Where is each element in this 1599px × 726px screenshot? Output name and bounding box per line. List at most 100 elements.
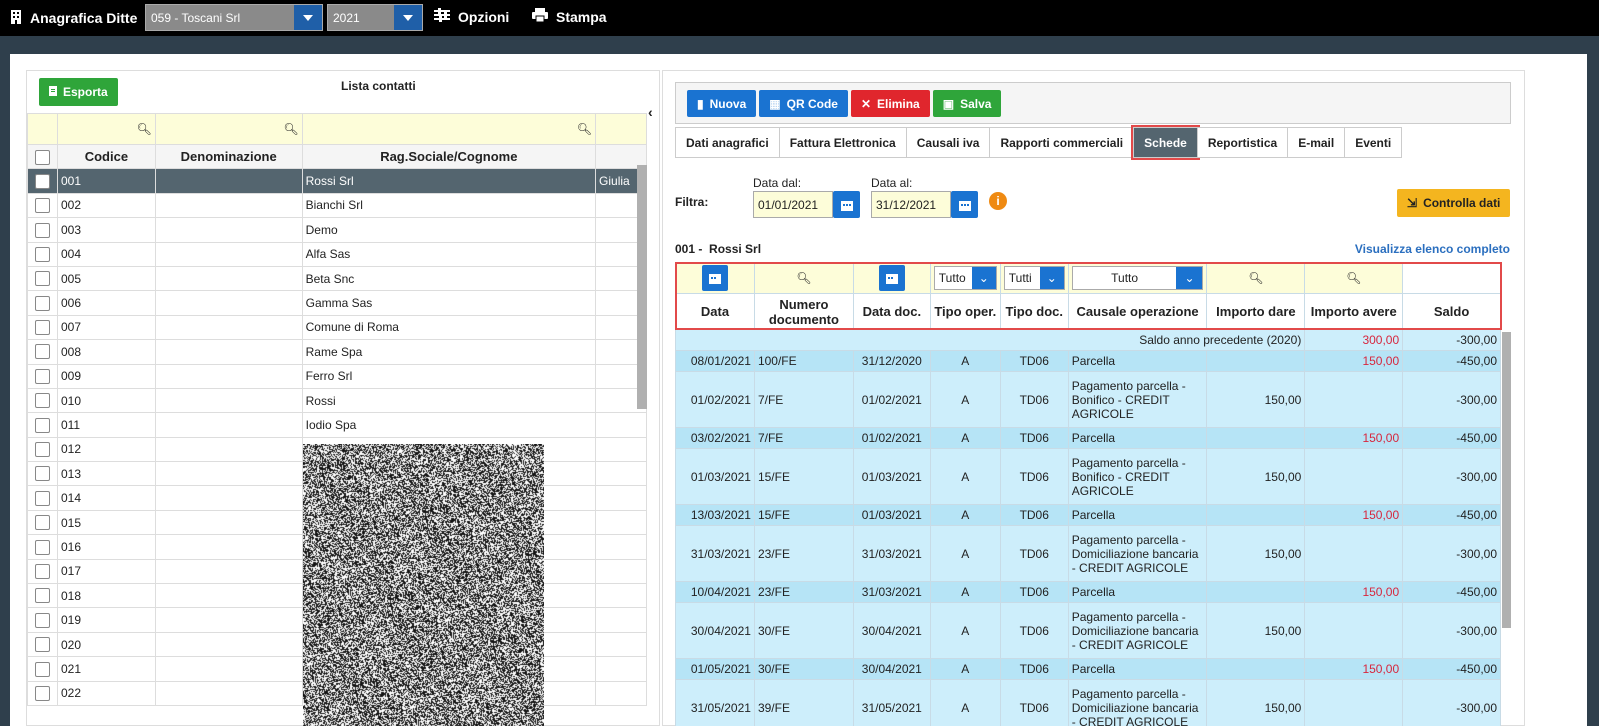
table-row[interactable]: 003 Demo: [27, 217, 647, 243]
row-checkbox[interactable]: [34, 661, 50, 677]
print-button[interactable]: Stampa: [532, 8, 607, 25]
qr-label: QR Code: [786, 96, 838, 111]
table-row[interactable]: 002 Bianchi Srl: [27, 192, 647, 219]
calendar-icon[interactable]: [833, 191, 860, 218]
table-row[interactable]: 01/02/2021 7/FE 01/02/2021 A TD06 Pagame…: [675, 371, 1501, 428]
cell-dare: 150,00: [1206, 679, 1306, 726]
tab-causali-iva[interactable]: Causali iva: [905, 127, 991, 158]
table-row[interactable]: 13/03/2021 15/FE 01/03/2021 A TD06 Parce…: [675, 504, 1501, 526]
table-row[interactable]: 011 Iodio Spa: [27, 412, 647, 438]
table-row[interactable]: 010 Rossi: [27, 387, 647, 414]
cell-dare: [1206, 350, 1306, 372]
cell-name: [154, 192, 303, 219]
cell-data: 13/03/2021: [675, 504, 755, 526]
column-header-rag[interactable]: Rag.Sociale/Cognome: [301, 143, 597, 170]
row-checkbox[interactable]: [34, 417, 50, 433]
tab-reportistica[interactable]: Reportistica: [1196, 127, 1289, 158]
cell-numero: 100/FE: [753, 350, 854, 372]
table-row[interactable]: 03/02/2021 7/FE 01/02/2021 A TD06 Parcel…: [675, 427, 1501, 449]
row-checkbox[interactable]: [34, 173, 50, 189]
cell-data-doc: 31/03/2021: [852, 525, 931, 582]
new-button[interactable]: ▮ Nuova: [687, 90, 757, 117]
grid-icon: ▦: [769, 96, 781, 111]
row-checkbox-cell: [27, 265, 58, 292]
table-row[interactable]: 009 Ferro Srl: [27, 363, 647, 389]
row-checkbox[interactable]: [34, 368, 50, 384]
table-row[interactable]: 008 Rame Spa: [27, 339, 647, 365]
table-row[interactable]: 007 Comune di Roma: [27, 314, 647, 341]
collapse-panel-icon[interactable]: ‹: [648, 104, 653, 120]
tab-eventi[interactable]: Eventi: [1344, 127, 1403, 158]
tab-email[interactable]: E-mail: [1287, 127, 1346, 158]
row-checkbox[interactable]: [34, 442, 50, 458]
tab-fattura-elettronica[interactable]: Fattura Elettronica: [778, 127, 907, 158]
tab-rapporti-commerciali[interactable]: Rapporti commerciali: [989, 127, 1135, 158]
row-checkbox[interactable]: [34, 393, 50, 409]
column-header-name[interactable]: Denominazione: [154, 143, 303, 170]
table-row[interactable]: 31/03/2021 23/FE 31/03/2021 A TD06 Pagam…: [675, 525, 1501, 582]
cell-tipo-oper: A: [929, 525, 1001, 582]
cell-rag: Bianchi Srl: [301, 192, 597, 219]
row-checkbox[interactable]: [34, 588, 50, 604]
row-checkbox[interactable]: [34, 515, 50, 531]
row-checkbox[interactable]: [34, 637, 50, 653]
select-all-checkbox[interactable]: [34, 149, 50, 165]
filter-code-input[interactable]: 🔍︎: [56, 113, 156, 145]
cell-avere: [1304, 371, 1404, 428]
row-checkbox[interactable]: [34, 466, 50, 482]
cell-numero: 7/FE: [753, 371, 854, 428]
table-row[interactable]: 005 Beta Snc: [27, 265, 647, 292]
row-checkbox[interactable]: [34, 612, 50, 628]
cell-extra: [595, 509, 647, 536]
cell-rag: Gamma Sas: [301, 290, 597, 316]
opening-balance-saldo: -300,00: [1402, 329, 1501, 351]
tab-schede[interactable]: Schede: [1131, 125, 1200, 160]
export-button[interactable]: Esporta: [39, 78, 118, 106]
row-checkbox[interactable]: [34, 490, 50, 506]
table-row[interactable]: 01/03/2021 15/FE 01/03/2021 A TD06 Pagam…: [675, 448, 1501, 505]
delete-button[interactable]: ✕ Elimina: [850, 90, 930, 117]
table-row[interactable]: 004 Alfa Sas: [27, 241, 647, 267]
search-icon: 🔍︎: [576, 122, 593, 136]
cell-tipo-oper: A: [929, 448, 1001, 505]
row-checkbox[interactable]: [34, 539, 50, 555]
row-checkbox[interactable]: [34, 271, 50, 287]
table-row[interactable]: 10/04/2021 23/FE 31/03/2021 A TD06 Parce…: [675, 581, 1501, 603]
cell-name: [154, 461, 303, 487]
column-header-code[interactable]: Codice: [56, 143, 156, 170]
info-icon[interactable]: i: [989, 192, 1007, 210]
date-to-input[interactable]: 31/12/2021: [871, 191, 951, 218]
filter-rag-input[interactable]: 🔍︎: [301, 113, 597, 145]
table-row[interactable]: 001 Rossi Srl Giulia: [27, 168, 647, 194]
company-select[interactable]: 059 - Toscani Srl: [145, 4, 323, 31]
table-row[interactable]: 30/04/2021 30/FE 30/04/2021 A TD06 Pagam…: [675, 602, 1501, 659]
redacted-noise: [303, 444, 544, 726]
filter-name-input[interactable]: 🔍︎: [154, 113, 303, 145]
row-checkbox[interactable]: [34, 246, 50, 262]
table-row[interactable]: 08/01/2021 100/FE 31/12/2020 A TD06 Parc…: [675, 350, 1501, 372]
row-checkbox[interactable]: [34, 295, 50, 311]
options-button[interactable]: Opzioni: [434, 8, 509, 25]
row-checkbox[interactable]: [34, 320, 50, 336]
tab-dati-anagrafici[interactable]: Dati anagrafici: [675, 127, 780, 158]
ledger-scrollbar[interactable]: [1502, 332, 1511, 628]
row-checkbox[interactable]: [34, 685, 50, 701]
contacts-scrollbar[interactable]: [637, 165, 647, 409]
cell-avere: [1304, 679, 1404, 726]
date-from-input[interactable]: 01/01/2021: [753, 191, 833, 218]
row-checkbox[interactable]: [34, 198, 50, 214]
table-row[interactable]: 01/05/2021 30/FE 30/04/2021 A TD06 Parce…: [675, 658, 1501, 680]
cell-rag: Alfa Sas: [301, 241, 597, 267]
year-select[interactable]: 2021: [327, 4, 423, 31]
cell-data-doc: 01/02/2021: [852, 371, 931, 428]
table-row[interactable]: 006 Gamma Sas: [27, 290, 647, 316]
save-button[interactable]: ▣ Salva: [932, 90, 1002, 117]
table-row[interactable]: 31/05/2021 39/FE 31/05/2021 A TD06 Pagam…: [675, 679, 1501, 726]
row-checkbox[interactable]: [34, 222, 50, 238]
calendar-icon[interactable]: [951, 191, 978, 218]
full-list-link[interactable]: Visualizza elenco completo: [1355, 242, 1510, 256]
qr-code-button[interactable]: ▦ QR Code: [759, 90, 848, 117]
row-checkbox[interactable]: [34, 564, 50, 579]
row-checkbox[interactable]: [34, 344, 50, 360]
check-data-button[interactable]: ⇲ Controlla dati: [1397, 189, 1511, 217]
